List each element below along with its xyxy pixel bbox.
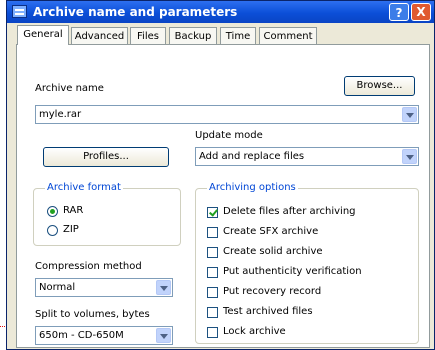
create-solid-label[interactable]: Create solid archive (223, 246, 323, 257)
create-sfx-label[interactable]: Create SFX archive (223, 226, 318, 237)
create-sfx-checkbox[interactable] (207, 227, 218, 238)
browse-button[interactable]: Browse... (344, 76, 415, 96)
lock-archive-label[interactable]: Lock archive (223, 326, 286, 337)
compression-method-value: Normal (39, 282, 76, 293)
close-button[interactable]: X (411, 3, 431, 21)
chevron-down-icon[interactable] (402, 149, 417, 164)
tab-advanced[interactable]: Advanced (71, 27, 128, 44)
compression-method-select[interactable]: Normal (35, 278, 173, 297)
tab-general[interactable]: General (17, 25, 69, 45)
tab-backup[interactable]: Backup (169, 27, 217, 44)
split-volumes-label: Split to volumes, bytes (35, 309, 150, 320)
rar-radio-label[interactable]: RAR (63, 205, 83, 216)
split-volumes-select[interactable]: 650m - CD-650M (35, 326, 173, 345)
recovery-record-label[interactable]: Put recovery record (223, 286, 321, 297)
delete-files-checkbox[interactable] (207, 207, 218, 218)
tab-comment[interactable]: Comment (259, 27, 317, 44)
archiving-options-title: Archiving options (207, 182, 298, 193)
archive-format-title: Archive format (45, 182, 123, 193)
tab-time[interactable]: Time (220, 27, 256, 44)
profiles-button[interactable]: Profiles... (43, 147, 169, 167)
authenticity-label[interactable]: Put authenticity verification (223, 266, 362, 277)
delete-files-label[interactable]: Delete files after archiving (223, 206, 356, 217)
lock-archive-checkbox[interactable] (207, 327, 218, 338)
split-volumes-value: 650m - CD-650M (39, 330, 124, 341)
authenticity-checkbox[interactable] (207, 267, 218, 278)
archive-app-icon (12, 5, 27, 18)
tab-files[interactable]: Files (130, 27, 166, 44)
general-tab-panel: Archive name Browse... myle.rar Update m… (16, 44, 430, 348)
chevron-down-icon[interactable] (402, 107, 417, 122)
zip-radio[interactable] (47, 225, 58, 236)
create-solid-checkbox[interactable] (207, 247, 218, 258)
title-bar[interactable]: Archive name and parameters ? X (7, 1, 434, 23)
chevron-down-icon[interactable] (156, 328, 171, 343)
compression-method-label: Compression method (35, 261, 142, 272)
update-mode-select[interactable]: Add and replace files (195, 147, 419, 166)
update-mode-label: Update mode (195, 130, 263, 141)
archive-name-input[interactable]: myle.rar (35, 105, 419, 124)
recovery-record-checkbox[interactable] (207, 287, 218, 298)
rar-radio[interactable] (47, 206, 58, 217)
archive-dialog: Archive name and parameters ? X General … (6, 0, 435, 350)
window-title: Archive name and parameters (33, 5, 238, 19)
update-mode-value: Add and replace files (199, 151, 305, 162)
archive-format-group (33, 188, 181, 246)
archive-name-label: Archive name (35, 83, 104, 94)
test-files-label[interactable]: Test archived files (223, 306, 313, 317)
archive-name-value: myle.rar (39, 109, 82, 120)
chevron-down-icon[interactable] (156, 280, 171, 295)
zip-radio-label[interactable]: ZIP (63, 224, 79, 235)
help-button[interactable]: ? (389, 3, 409, 21)
test-files-checkbox[interactable] (207, 307, 218, 318)
